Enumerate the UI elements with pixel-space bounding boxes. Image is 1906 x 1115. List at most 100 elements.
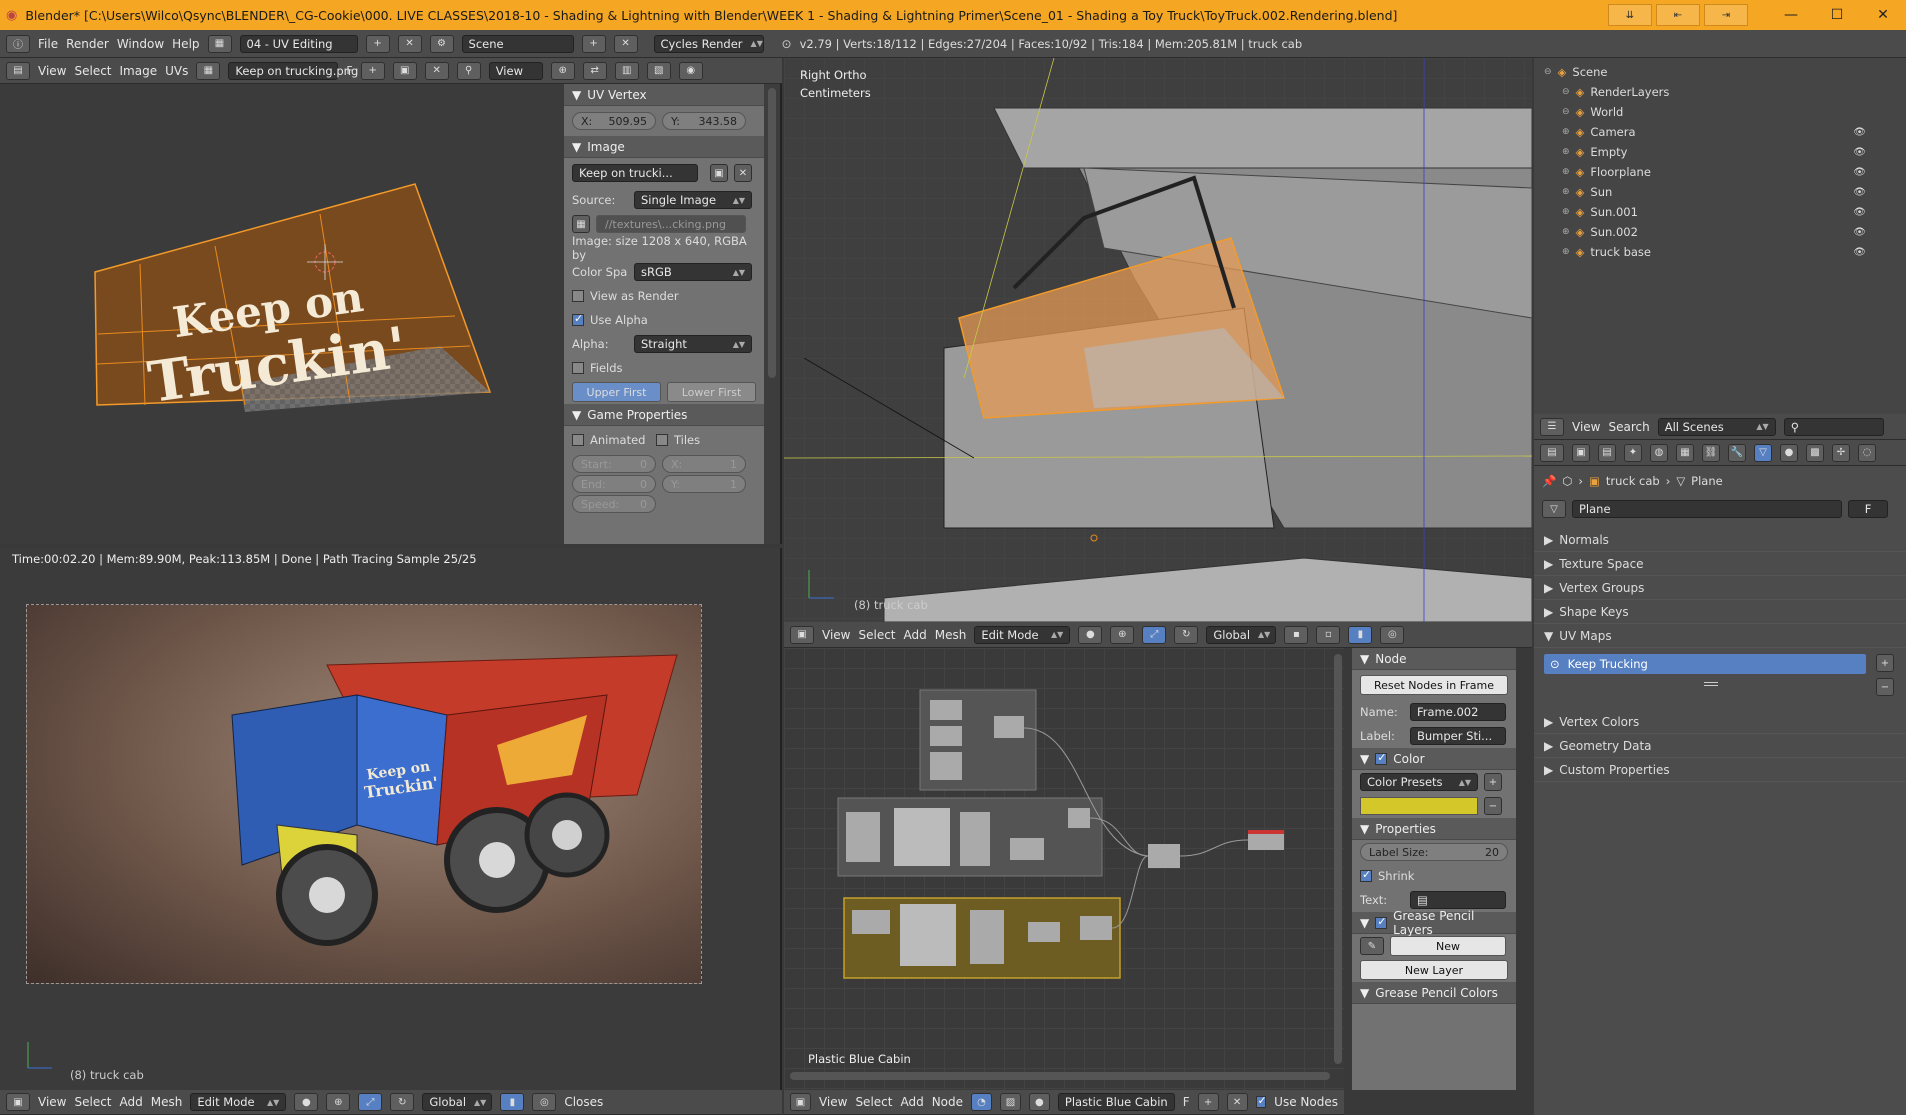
tab-scene-icon[interactable]: ✦ — [1624, 443, 1642, 462]
rv-menu-mesh[interactable]: Mesh — [151, 1095, 183, 1109]
outliner-editor-type-icon[interactable]: ☰ — [1540, 417, 1564, 436]
uv-vertex-section[interactable]: ▼ UV Vertex — [564, 84, 764, 106]
color-checkbox[interactable] — [1375, 751, 1388, 765]
upper-first-button[interactable]: Upper First — [572, 382, 661, 402]
rv-menu-add[interactable]: Add — [120, 1095, 143, 1109]
remove-scene-icon[interactable]: ✕ — [613, 34, 638, 53]
tiles-checkbox[interactable] — [656, 434, 668, 446]
color-section[interactable]: ▼Color — [1352, 748, 1516, 770]
rv-rotate-icon[interactable]: ↻ — [390, 1093, 415, 1111]
expand-icon[interactable]: ⊕ — [1562, 187, 1570, 197]
visibility-eye-icon[interactable]: 👁 — [1853, 167, 1866, 178]
image-browse-icon[interactable]: ▦ — [196, 61, 221, 80]
tiles-y-field[interactable]: Y: 1 — [662, 475, 746, 493]
speed-field[interactable]: Speed: 0 — [572, 495, 656, 513]
properties-section[interactable]: ▶ Texture Space — [1534, 552, 1906, 576]
tab-world-icon[interactable]: ◍ — [1650, 443, 1668, 462]
vp-manipulator-icon[interactable]: ⤢ — [1142, 625, 1167, 644]
vp-orientation-select[interactable]: Global ▲▼ — [1206, 625, 1277, 644]
rv-menu-view[interactable]: View — [38, 1095, 66, 1109]
tab-constraints-icon[interactable]: ⛓ — [1702, 443, 1720, 462]
shader-nodes-icon[interactable]: ◔ — [971, 1093, 992, 1111]
scene-select[interactable]: Scene — [461, 34, 574, 53]
uv-view-select[interactable]: View — [488, 61, 543, 80]
outliner-menu-view[interactable]: View — [1572, 420, 1600, 434]
ne-menu-add[interactable]: Add — [900, 1095, 923, 1109]
vp-menu-view[interactable]: View — [822, 628, 850, 642]
vp-proportional-icon[interactable]: ◎ — [1380, 625, 1405, 644]
visibility-eye-icon[interactable]: 👁 — [1853, 147, 1866, 158]
uv-x-field[interactable]: X: 509.95 — [572, 112, 656, 130]
outliner-menu-search[interactable]: Search — [1608, 420, 1649, 434]
node-label-field[interactable]: Bumper Sti... — [1410, 727, 1506, 745]
add-preset-icon[interactable]: + — [1484, 773, 1502, 791]
vp-face-select-icon[interactable]: ▮ — [1348, 625, 1373, 644]
tab-data-icon[interactable]: ▽ — [1754, 443, 1772, 462]
layout-select[interactable]: 04 - UV Editing — [239, 34, 358, 53]
expand-icon[interactable]: ⊕ — [1562, 227, 1570, 237]
rv-manipulator-icon[interactable]: ⤢ — [358, 1093, 383, 1111]
ne-menu-node[interactable]: Node — [932, 1095, 963, 1109]
tab-texture-icon[interactable]: ▩ — [1806, 443, 1824, 462]
expand-icon[interactable]: ⊕ — [1562, 147, 1570, 157]
tab-modifiers-icon[interactable]: 🔧 — [1728, 443, 1746, 462]
node-section[interactable]: ▼ Node — [1352, 648, 1516, 670]
lower-first-button[interactable]: Lower First — [667, 382, 756, 402]
uv-menu-image[interactable]: Image — [120, 64, 158, 78]
fields-checkbox[interactable] — [572, 362, 584, 374]
unlink-image-icon[interactable]: ✕ — [424, 61, 449, 80]
expand-icon[interactable]: ⊕ — [1562, 167, 1570, 177]
render-engine-select[interactable]: Cycles Render ▲▼ — [653, 34, 764, 53]
properties-section[interactable]: ▶ Shape Keys — [1534, 600, 1906, 624]
add-scene-icon[interactable]: + — [581, 34, 606, 53]
use-nodes-checkbox[interactable] — [1255, 1094, 1266, 1108]
animated-checkbox[interactable] — [572, 434, 584, 446]
material-add-icon[interactable]: + — [1197, 1093, 1219, 1111]
tiles-x-field[interactable]: X: 1 — [662, 455, 746, 473]
rv-snap-label[interactable]: Closes — [564, 1095, 603, 1109]
image-name-field[interactable]: Keep on trucking.png — [228, 61, 358, 80]
pivot-icon[interactable]: ⊕ — [550, 61, 575, 80]
rv-mode-select[interactable]: Edit Mode ▲▼ — [190, 1093, 287, 1111]
grease-colors-section[interactable]: ▼ Grease Pencil Colors — [1352, 982, 1516, 1004]
rv-shading-icon[interactable]: ● — [294, 1093, 319, 1111]
vp-vertex-select-icon[interactable]: ▪ — [1284, 625, 1309, 644]
outliner-item[interactable]: ⊕ ◈ Camera 👁 — [1534, 122, 1906, 142]
remove-preset-icon[interactable]: − — [1484, 797, 1502, 815]
outliner-item[interactable]: ⊖ ◈ Scene — [1534, 62, 1906, 82]
outliner-item[interactable]: ⊖ ◈ World — [1534, 102, 1906, 122]
render-view[interactable]: Time:00:02.20 | Mem:89.90M, Peak:113.85M… — [0, 548, 782, 1090]
reset-nodes-button[interactable]: Reset Nodes in Frame — [1360, 675, 1508, 695]
expand-icon[interactable]: ⊖ — [1562, 107, 1570, 117]
panel-image-field[interactable]: Keep on trucki... — [572, 164, 698, 182]
node-vscrollbar[interactable] — [1334, 654, 1342, 1064]
outliner-item[interactable]: ⊕ ◈ Sun.002 👁 — [1534, 222, 1906, 242]
outliner-item[interactable]: ⊖ ◈ RenderLayers — [1534, 82, 1906, 102]
rv-pivot-icon[interactable]: ⊕ — [326, 1093, 351, 1111]
properties-section[interactable]: ▶ Normals — [1534, 528, 1906, 552]
outliner-item[interactable]: ⊕ ◈ Floorplane 👁 — [1534, 162, 1906, 182]
sticky-mode-icon[interactable]: ▧ — [646, 61, 671, 80]
vp-menu-add[interactable]: Add — [904, 628, 927, 642]
vp-edge-select-icon[interactable]: ▫ — [1316, 625, 1341, 644]
visibility-eye-icon[interactable]: 👁 — [1853, 207, 1866, 218]
maximize-icon[interactable]: ☐ — [1814, 0, 1860, 30]
outliner-item[interactable]: ⊕ ◈ Empty 👁 — [1534, 142, 1906, 162]
node-hscrollbar[interactable] — [790, 1072, 1330, 1080]
expand-icon[interactable]: ⊖ — [1544, 67, 1552, 77]
add-layout-icon[interactable]: + — [365, 34, 390, 53]
vp-menu-select[interactable]: Select — [858, 628, 895, 642]
mesh-name-field[interactable]: Plane — [1572, 500, 1842, 518]
fake-user-label[interactable]: F — [346, 64, 352, 77]
view-as-render-checkbox[interactable] — [572, 290, 584, 302]
scene-icon[interactable]: ⚙ — [429, 34, 454, 53]
material-unlink-icon[interactable]: ✕ — [1226, 1093, 1248, 1111]
proportional-icon[interactable]: ◉ — [678, 61, 703, 80]
menu-help[interactable]: Help — [172, 37, 199, 51]
node-editor[interactable]: Plastic Blue Cabin — [784, 648, 1344, 1090]
add-uv-map-icon[interactable]: + — [1876, 654, 1894, 672]
info-editor-icon[interactable]: ⓘ — [6, 34, 30, 53]
image-section[interactable]: ▼ Image — [564, 136, 764, 158]
properties-section[interactable]: ▶ Geometry Data — [1534, 734, 1906, 758]
outliner-item[interactable]: ⊕ ◈ Sun.001 👁 — [1534, 202, 1906, 222]
